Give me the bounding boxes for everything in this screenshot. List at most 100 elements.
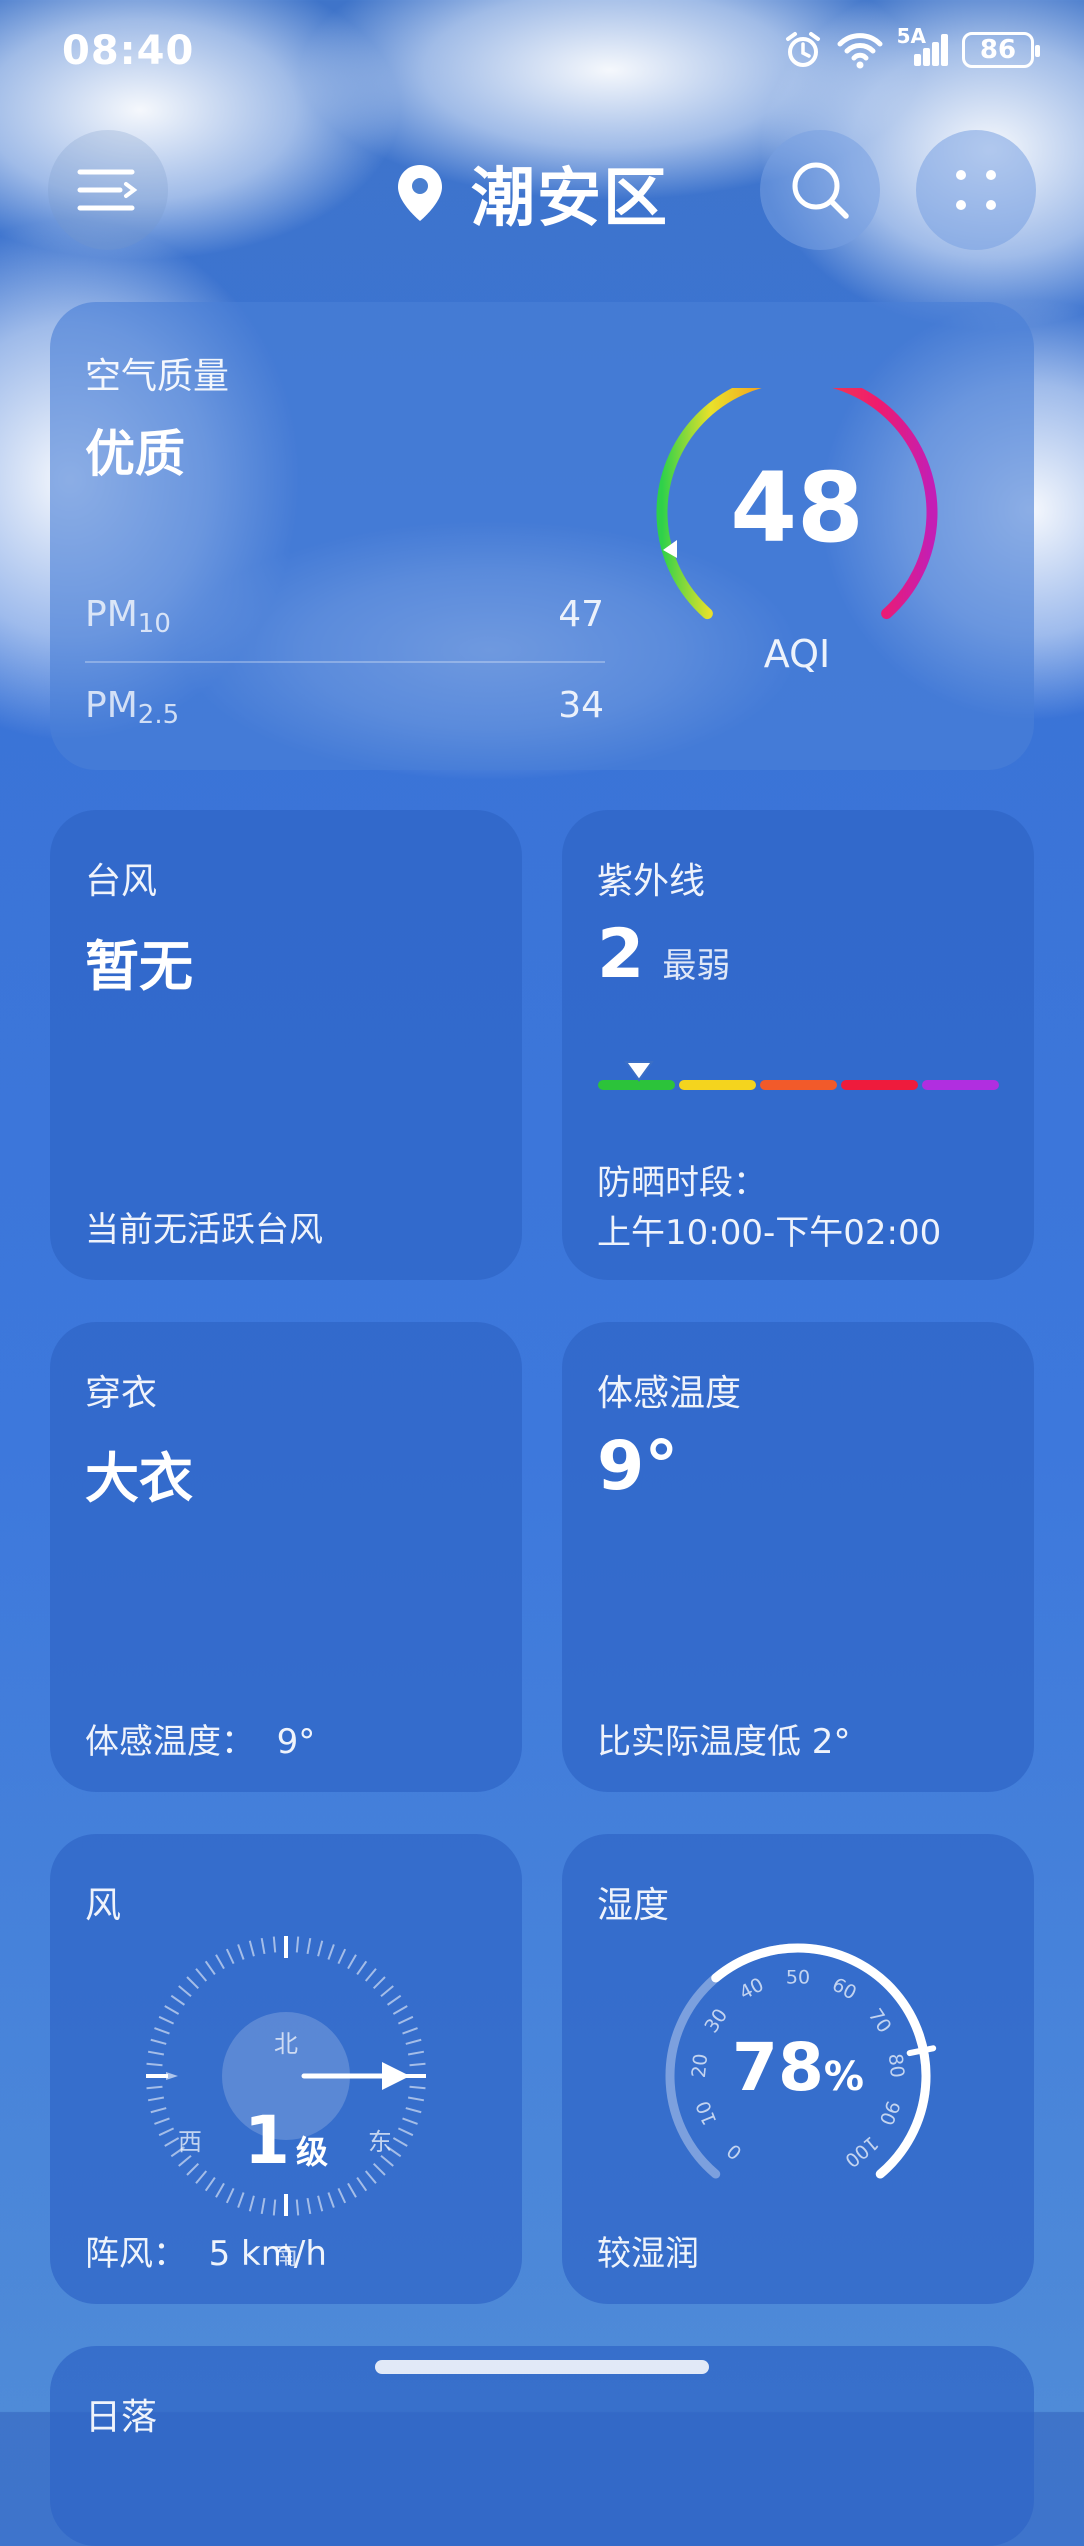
uv-segment-high	[760, 1080, 837, 1090]
wifi-icon	[837, 33, 883, 69]
uv-level: 最弱	[662, 946, 731, 986]
compass-tick	[387, 1994, 402, 2006]
typhoon-value: 暂无	[85, 935, 193, 998]
compass-tick	[272, 1936, 277, 1953]
pm25-label: PM2.5	[85, 685, 180, 730]
humidity-tick-label: 40	[736, 1974, 768, 2005]
compass-tick	[337, 2187, 347, 2204]
compass-tick	[170, 1994, 185, 2006]
sunscreen-time: 上午10:00-下午02:00	[597, 1213, 942, 1253]
sunset-card[interactable]: 日落	[50, 2346, 1034, 2546]
battery-level: 86	[979, 35, 1017, 65]
location-selector[interactable]: 潮安区	[395, 147, 669, 239]
humidity-tick-label: 50	[786, 1967, 810, 1989]
compass-tick	[306, 1937, 312, 1955]
uv-segment-moderate	[679, 1080, 756, 1090]
compass-tick	[248, 1940, 255, 1957]
compass-tick	[178, 1985, 192, 1998]
compass-tick	[380, 1985, 394, 1998]
compass-tick	[248, 2195, 255, 2212]
wind-direction-arrow	[382, 2062, 410, 2090]
wind-title: 风	[85, 1885, 122, 1926]
uv-card[interactable]: 紫外线 2 最弱 防晒时段： 上午10:00-下午02:00	[562, 810, 1034, 1280]
search-icon	[792, 162, 849, 219]
compass-tick	[164, 2005, 180, 2015]
uv-marker	[624, 1061, 654, 1082]
more-button[interactable]	[916, 130, 1036, 250]
compass-tick	[317, 2195, 324, 2212]
uv-segment-very-high	[841, 1080, 918, 1090]
grid-icon	[956, 170, 996, 210]
sunscreen-label: 防晒时段：	[597, 1163, 767, 1203]
signal-icon: 5A	[897, 24, 948, 66]
air-quality-level: 优质	[85, 425, 185, 483]
compass-tick	[186, 1976, 200, 1990]
compass-tick	[146, 2062, 163, 2067]
humidity-value: 78	[732, 2029, 824, 2106]
humidity-unit: %	[823, 2054, 864, 2100]
compass-tick	[204, 1960, 216, 1975]
compass-tick	[204, 2177, 216, 2192]
network-label: 5A	[896, 24, 926, 48]
divider	[85, 661, 605, 663]
humidity-card[interactable]: 湿度 0 10 20 30 40 50 60 70 80 90 100 78% 较湿润	[562, 1834, 1034, 2304]
compass-tick	[356, 1960, 368, 1975]
wind-card[interactable]: 风 北 南 西 东 1 级 阵风： 5 km/h	[50, 1834, 522, 2304]
aqi-label: AQI	[763, 632, 831, 676]
aqi-value: 48	[730, 452, 864, 564]
air-quality-title: 空气质量	[85, 356, 230, 397]
compass-tick	[215, 2182, 225, 2198]
feels-like-card[interactable]: 体感温度 9° 比实际温度低 2°	[562, 1322, 1034, 1792]
wind-compass	[146, 1936, 426, 2216]
alarm-icon	[785, 32, 820, 67]
search-button[interactable]	[760, 130, 880, 250]
compass-tick	[356, 2177, 368, 2192]
compass-north: 北	[274, 2030, 298, 2058]
humidity-tick-label: 100	[840, 2131, 882, 2171]
compass-tick	[317, 1940, 324, 1957]
humidity-tick-label: 60	[828, 1974, 860, 2005]
status-time: 08:40	[62, 28, 195, 74]
compass-tick	[195, 1968, 208, 1982]
compass-tick	[364, 1968, 377, 1982]
menu-button[interactable]	[48, 130, 168, 250]
location-title: 潮安区	[471, 162, 669, 236]
clothing-title: 穿衣	[85, 1373, 158, 1414]
wind-gust: 阵风： 5 km/h	[85, 2234, 327, 2274]
menu-icon	[77, 169, 138, 211]
compass-tick	[146, 2085, 163, 2090]
compass-tick	[327, 1944, 335, 1960]
compass-tick	[272, 2199, 277, 2216]
typhoon-note: 当前无活跃台风	[85, 1210, 323, 1250]
compass-tick	[260, 1937, 266, 1955]
feels-like-note: 比实际温度低 2°	[597, 1722, 851, 1762]
battery-indicator: 86	[962, 32, 1040, 68]
compass-tick	[407, 2096, 425, 2102]
top-bar: 潮安区	[0, 125, 1084, 255]
air-quality-card[interactable]: 空气质量 优质 PM10 47 PM2.5 34 48 AQI	[50, 302, 1034, 770]
uv-title: 紫外线	[597, 861, 706, 902]
home-indicator[interactable]	[375, 2360, 709, 2374]
clothing-value: 大衣	[85, 1447, 193, 1510]
compass-tick	[306, 2197, 312, 2215]
pm25-value: 34	[558, 685, 604, 726]
compass-tick	[337, 1948, 347, 1965]
clothing-card[interactable]: 穿衣 大衣 体感温度： 9°	[50, 1322, 522, 1792]
pm10-value: 47	[558, 594, 604, 635]
compass-tick	[347, 2182, 357, 2198]
wind-tail	[166, 2072, 178, 2080]
compass-tick	[409, 2085, 426, 2090]
typhoon-card[interactable]: 台风 暂无 当前无活跃台风	[50, 810, 522, 1280]
pm10-label: PM10	[85, 594, 171, 639]
typhoon-title: 台风	[85, 861, 158, 902]
feels-like-title: 体感温度	[597, 1373, 742, 1414]
compass-tick	[397, 2015, 414, 2025]
compass-tick	[237, 1944, 245, 1960]
compass-tick	[237, 2192, 245, 2208]
compass-tick	[347, 1954, 357, 1970]
compass-tick	[225, 2187, 235, 2204]
status-bar: 08:40 5A 86	[0, 0, 1084, 110]
compass-tick	[409, 2062, 426, 2067]
humidity-title: 湿度	[597, 1885, 670, 1926]
compass-tick	[215, 1954, 225, 1970]
